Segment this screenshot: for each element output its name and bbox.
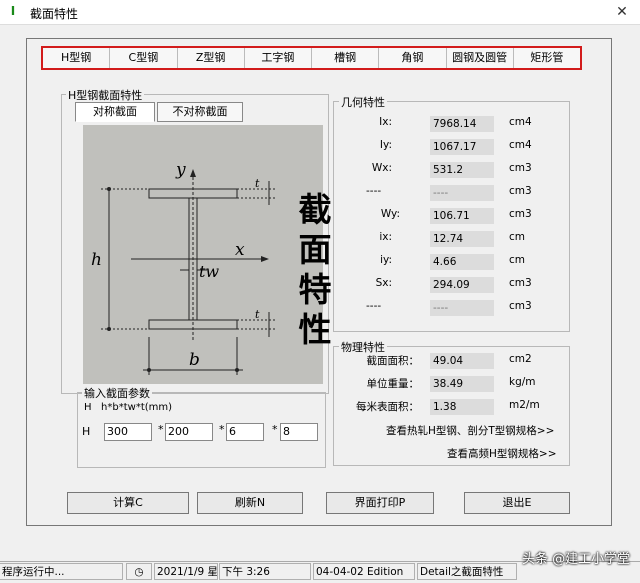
blank1-label: ---- — [366, 185, 382, 197]
hf-spec-link[interactable]: 查看高频H型钢规格>> — [447, 446, 557, 461]
tab-rect-tube[interactable]: 矩形管 — [514, 48, 580, 68]
tw-input[interactable]: 6 — [226, 423, 264, 441]
area-value: 49.04 — [430, 353, 494, 369]
asymmetric-section-button[interactable]: 不对称截面 — [157, 102, 243, 122]
tab-i-beam[interactable]: 工字钢 — [245, 48, 312, 68]
wy-unit: cm3 — [509, 208, 532, 220]
status-edition: 04-04-02 Edition — [313, 563, 415, 580]
tw-dimension-label: tw — [199, 262, 219, 281]
input-params-label: 输入截面参数 — [82, 385, 152, 401]
surface-area-value: 1.38 — [430, 399, 494, 415]
b-dimension-label: b — [189, 350, 200, 370]
clock-icon: ◷ — [126, 563, 152, 580]
wy-label: Wy: — [380, 208, 400, 220]
title-bar: I 截面特性 ✕ — [0, 0, 640, 25]
close-icon[interactable]: ✕ — [611, 2, 633, 22]
print-button[interactable]: 界面打印P — [326, 492, 434, 514]
ix-label: Ix: — [379, 116, 392, 128]
formula-text: H h*b*tw*t(mm) — [84, 402, 173, 413]
tab-z-steel[interactable]: Z型钢 — [178, 48, 245, 68]
blank1-value: ---- — [430, 185, 494, 201]
h-prefix-label: H — [82, 425, 91, 438]
status-time: 下午 3:26 — [219, 563, 311, 580]
iy-label: Iy: — [379, 139, 392, 151]
tab-angle[interactable]: 角钢 — [379, 48, 447, 68]
overlay-caption: 截面特性 — [298, 190, 332, 349]
blank2-label: ---- — [366, 300, 382, 312]
h-section-label: H型钢截面特性 — [66, 87, 145, 103]
section-drawing: y x h b tw t t — [83, 125, 323, 384]
tab-h-steel[interactable]: H型钢 — [43, 48, 111, 68]
wy-value: 106.71 — [430, 208, 494, 224]
sx-value: 294.09 — [430, 277, 494, 293]
area-unit: cm2 — [509, 353, 532, 365]
b-width-input[interactable]: 200 — [165, 423, 213, 441]
tab-channel[interactable]: 槽钢 — [312, 48, 380, 68]
symmetric-section-button[interactable]: 对称截面 — [75, 102, 155, 122]
window-title: 截面特性 — [30, 7, 79, 21]
separator: * — [219, 423, 225, 436]
h-dimension-label: h — [91, 250, 102, 270]
status-running: 程序运行中... — [0, 563, 123, 580]
surface-area-unit: m2/m — [509, 399, 540, 411]
h-section-diagram: y x h b tw t t — [91, 160, 275, 375]
weight-value: 38.49 — [430, 376, 494, 392]
t-bottom-label: t — [255, 308, 260, 321]
y-axis-label: y — [175, 160, 186, 180]
radius-x-label: ix: — [379, 231, 392, 243]
radius-y-value: 4.66 — [430, 254, 494, 270]
wx-label: Wx: — [371, 162, 392, 174]
sx-label: Sx: — [375, 277, 392, 289]
t-top-label: t — [255, 177, 260, 190]
h-height-input[interactable]: 300 — [104, 423, 152, 441]
blank1-unit: cm3 — [509, 185, 532, 197]
wx-value: 531.2 — [430, 162, 494, 178]
tab-round[interactable]: 圆钢及圆管 — [447, 48, 514, 68]
weight-label: 单位重量： — [366, 378, 420, 390]
geometry-label: 几何特性 — [339, 94, 387, 110]
status-date: 2021/1/9 星期六 — [154, 563, 218, 580]
iy-value: 1067.17 — [430, 139, 494, 155]
x-axis-label: x — [235, 240, 245, 260]
app-icon: I — [10, 4, 16, 18]
status-detail: Detail之截面特性 — [417, 563, 517, 580]
hot-rolled-spec-link[interactable]: 查看热轧H型钢、剖分T型钢规格>> — [386, 423, 554, 438]
blank2-unit: cm3 — [509, 300, 532, 312]
radius-y-unit: cm — [509, 254, 526, 266]
ix-unit: cm4 — [509, 116, 532, 128]
surface-area-label: 每米表面积： — [356, 401, 419, 413]
wx-unit: cm3 — [509, 162, 532, 174]
separator: * — [158, 423, 164, 436]
sx-unit: cm3 — [509, 277, 532, 289]
area-label: 截面面积： — [366, 355, 420, 367]
separator: * — [272, 423, 278, 436]
radius-x-value: 12.74 — [430, 231, 494, 247]
radius-y-label: iy: — [380, 254, 392, 266]
weight-unit: kg/m — [509, 376, 536, 388]
tab-c-steel[interactable]: C型钢 — [110, 48, 178, 68]
radius-x-unit: cm — [509, 231, 526, 243]
t-input[interactable]: 8 — [280, 423, 318, 441]
iy-unit: cm4 — [509, 139, 532, 151]
blank2-value: ---- — [430, 300, 494, 316]
refresh-button[interactable]: 刷新N — [197, 492, 303, 514]
section-type-tabs: H型钢 C型钢 Z型钢 工字钢 槽钢 角钢 圆钢及圆管 矩形管 — [41, 46, 582, 70]
calculate-button[interactable]: 计算C — [67, 492, 189, 514]
ix-value: 7968.14 — [430, 116, 494, 132]
watermark: 头条 @建工小学堂 — [522, 552, 631, 567]
exit-button[interactable]: 退出E — [464, 492, 570, 514]
